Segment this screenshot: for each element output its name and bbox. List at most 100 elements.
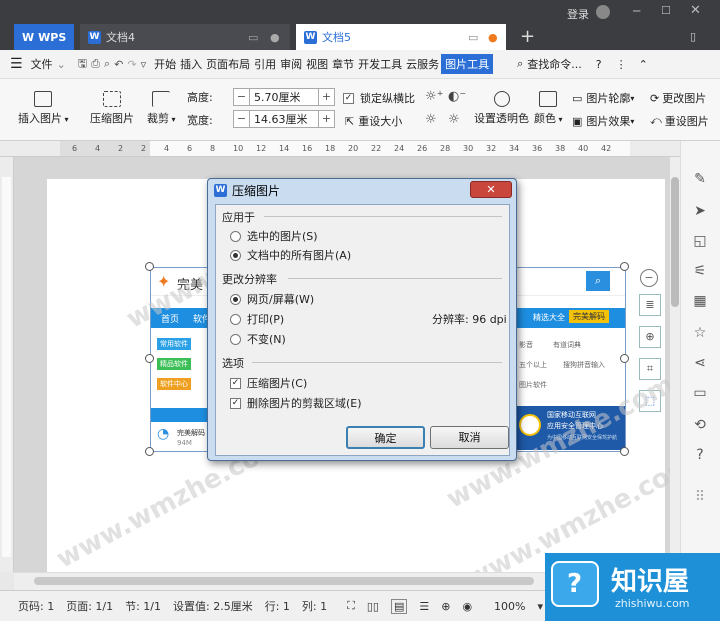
- menu-layout[interactable]: 页面布局: [204, 56, 252, 72]
- decrease-height-button[interactable]: −: [234, 89, 250, 105]
- shapes-icon[interactable]: ◱: [692, 233, 708, 249]
- fullscreen-icon[interactable]: ⛶: [347, 599, 355, 613]
- chevron-down-icon[interactable]: ⌄: [55, 58, 68, 71]
- menu-view[interactable]: 视图: [304, 56, 330, 72]
- help-circle-icon[interactable]: ?: [692, 447, 708, 463]
- print-icon[interactable]: ⎙: [89, 57, 102, 71]
- login-link[interactable]: 登录: [567, 6, 589, 22]
- cancel-button[interactable]: 取消: [430, 426, 509, 449]
- collapse-toolbar-icon[interactable]: −: [640, 269, 658, 287]
- apply-all-radio[interactable]: 文档中的所有图片(A): [230, 247, 351, 263]
- page-view-icon[interactable]: ▤: [390, 598, 408, 614]
- menu-chapter[interactable]: 章节: [330, 56, 356, 72]
- save-icon[interactable]: 🖫: [76, 55, 89, 74]
- cursor-icon[interactable]: ➤: [692, 203, 708, 219]
- hscroll-thumb[interactable]: [34, 577, 534, 585]
- eye-icon[interactable]: ◉: [462, 600, 472, 613]
- menu-cloud[interactable]: 云服务: [404, 56, 441, 72]
- set-transparent-button[interactable]: 设置透明色: [474, 91, 529, 126]
- width-input[interactable]: − 14.63厘米 +: [233, 110, 335, 128]
- lock-ratio-checkbox[interactable]: ✓ 锁定纵横比: [343, 90, 415, 106]
- outline-view-icon[interactable]: ☰: [419, 600, 429, 613]
- menu-insert[interactable]: 插入: [178, 56, 204, 72]
- zoom-level[interactable]: 100%: [494, 600, 525, 613]
- hamburger-icon[interactable]: ☰: [10, 56, 23, 72]
- resize-handle[interactable]: [620, 354, 629, 363]
- avatar-icon[interactable]: [596, 5, 610, 19]
- help-icon[interactable]: ?: [594, 58, 604, 71]
- tab-wps[interactable]: W WPS: [14, 24, 74, 50]
- delete-crop-area-checkbox[interactable]: ✓ 删除图片的剪裁区域(E): [230, 395, 362, 411]
- menu-file[interactable]: 文件: [29, 56, 55, 72]
- redo-icon[interactable]: ↷: [125, 58, 138, 71]
- tab-doc5[interactable]: W 文档5 ▭ ●: [296, 24, 506, 50]
- resize-handle[interactable]: [145, 447, 154, 456]
- share-icon[interactable]: ⋖: [692, 355, 708, 371]
- decrease-width-button[interactable]: −: [234, 111, 250, 127]
- increase-height-button[interactable]: +: [318, 89, 334, 105]
- minimize-icon[interactable]: ─: [633, 4, 640, 18]
- dialog-title-bar[interactable]: W 压缩图片 ✕: [208, 179, 516, 202]
- menu-reference[interactable]: 引用: [252, 56, 278, 72]
- contrast-down-icon[interactable]: ☼: [448, 112, 460, 127]
- undo-icon[interactable]: ↶: [112, 58, 125, 71]
- gallery-icon[interactable]: ▦: [692, 293, 708, 309]
- resize-handle[interactable]: [620, 447, 629, 456]
- menu-picture-tools[interactable]: 图片工具: [441, 54, 494, 74]
- box-icon[interactable]: ▭: [692, 385, 708, 401]
- history-icon[interactable]: ⟲: [692, 417, 708, 433]
- web-view-icon[interactable]: ⊕: [441, 600, 450, 613]
- picture-effect-button[interactable]: ▣ 图片效果 ▾: [572, 113, 634, 129]
- screen-icon[interactable]: ▭: [468, 31, 478, 44]
- search-command[interactable]: 查找命令...: [525, 56, 584, 72]
- resolution-web-radio[interactable]: 网页/屏幕(W): [230, 291, 314, 307]
- resize-handle[interactable]: [145, 354, 154, 363]
- settings-sliders-icon[interactable]: ⚟: [692, 263, 708, 279]
- preview-icon[interactable]: ⌕: [102, 57, 112, 71]
- color-button[interactable]: 颜色 ▾: [534, 91, 563, 126]
- resize-handle[interactable]: [620, 262, 629, 271]
- compress-pictures-checkbox[interactable]: ✓ 压缩图片(C): [230, 375, 307, 391]
- tab-doc4[interactable]: W 文档4 ▭ ●: [80, 24, 290, 50]
- reset-size-button[interactable]: ⇱ 重设大小: [345, 113, 402, 129]
- resolution-none-radio[interactable]: 不变(N): [230, 331, 286, 347]
- brightness-down-icon[interactable]: ◐⁻: [448, 89, 466, 104]
- more-icon[interactable]: ▿: [139, 58, 149, 71]
- menu-start[interactable]: 开始: [152, 56, 178, 72]
- vertical-ruler[interactable]: [0, 157, 14, 572]
- maximize-icon[interactable]: ☐: [661, 4, 671, 17]
- horizontal-ruler[interactable]: 6 4 2 2 4 6 8 10 12 14 16 18 20 22 24 26 28 30 32 34 36 38 40 4…: [0, 141, 680, 157]
- change-picture-button[interactable]: ⟳ 更改图片: [650, 90, 706, 106]
- screen-icon[interactable]: ▭: [248, 31, 258, 44]
- new-tab-button[interactable]: +: [520, 26, 535, 47]
- resolution-print-radio[interactable]: 打印(P): [230, 311, 284, 327]
- star-icon[interactable]: ☆: [692, 325, 708, 341]
- crop-button[interactable]: 裁剪 ▾: [147, 91, 176, 126]
- resize-handle[interactable]: [145, 262, 154, 271]
- read-mode-icon[interactable]: ▯▯: [367, 600, 379, 613]
- collapse-icon[interactable]: ⌃: [637, 58, 650, 71]
- menu-review[interactable]: 审阅: [278, 56, 304, 72]
- vertical-scrollbar[interactable]: [670, 157, 680, 572]
- height-input[interactable]: − 5.70厘米 +: [233, 88, 335, 106]
- contrast-up-icon[interactable]: ☼: [425, 112, 437, 127]
- layout-icon[interactable]: ≣: [639, 294, 661, 316]
- zoom-in-icon[interactable]: ⊕: [639, 326, 661, 348]
- apply-selected-radio[interactable]: 选中的图片(S): [230, 228, 318, 244]
- close-icon[interactable]: ✕: [690, 3, 701, 18]
- more-vertical-icon[interactable]: ⋮: [614, 58, 629, 71]
- panel-toggle-icon[interactable]: ▯: [690, 30, 696, 43]
- brightness-up-icon[interactable]: ☼⁺: [425, 89, 444, 104]
- ok-button[interactable]: 确定: [346, 426, 425, 449]
- compress-picture-button[interactable]: 压缩图片: [90, 91, 134, 126]
- dialog-close-button[interactable]: ✕: [470, 181, 512, 198]
- pen-icon[interactable]: ✎: [692, 171, 708, 187]
- search-icon[interactable]: ⌕: [515, 57, 525, 71]
- grid-icon[interactable]: ⠿: [692, 489, 708, 505]
- insert-picture-button[interactable]: 插入图片 ▾: [18, 91, 69, 126]
- increase-width-button[interactable]: +: [318, 111, 334, 127]
- menu-devtools[interactable]: 开发工具: [356, 56, 404, 72]
- reset-picture-button[interactable]: ⤺ 重设图片: [650, 113, 709, 129]
- scrollbar-thumb[interactable]: [671, 177, 679, 307]
- picture-outline-button[interactable]: ▭ 图片轮廓 ▾: [572, 90, 634, 106]
